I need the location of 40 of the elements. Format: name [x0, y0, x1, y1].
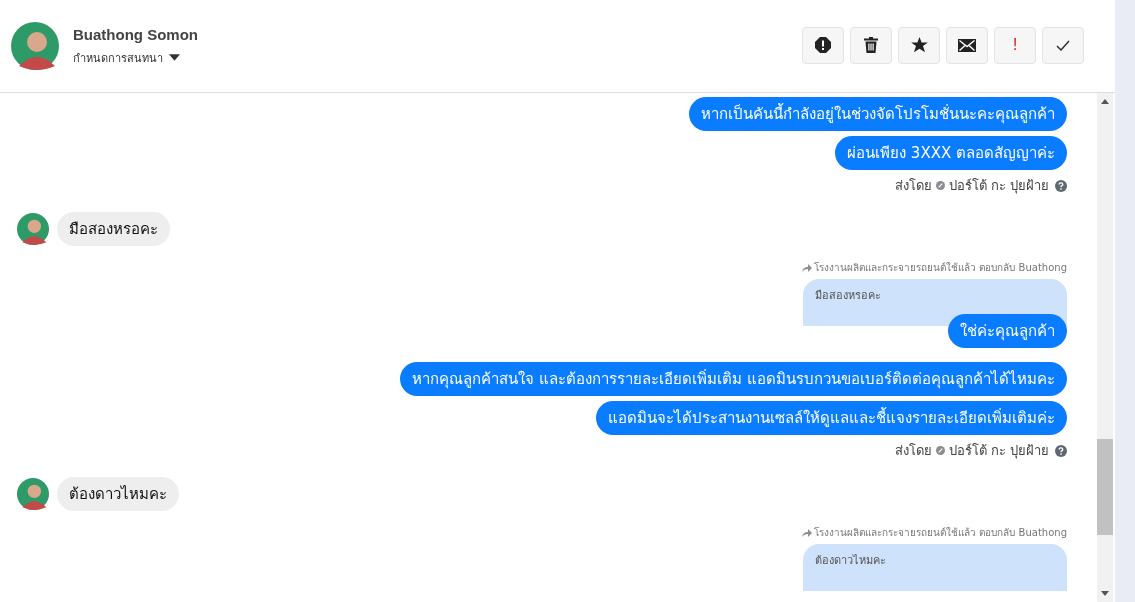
received-message: มือสองหรอคะ: [57, 212, 170, 246]
scroll-thumb[interactable]: [1097, 439, 1113, 535]
reply-icon: [802, 263, 813, 272]
sent-message: หากเป็นคันนี้กำลังอยู่ในช่วงจัดโปรโมชั่นนะคะคุณลูกค้า: [689, 97, 1067, 131]
avatar: [17, 478, 49, 510]
help-icon: [1055, 179, 1067, 192]
caret-icon: [169, 54, 180, 61]
quoted-message: ต้องดาวไหมคะ: [803, 544, 1067, 591]
sent-by-label: ส่งโดย: [894, 177, 932, 195]
sender-name: ปอร์โต้ กะ ปุยฝ้าย: [948, 442, 1049, 461]
sent-message: ใช่ค่ะคุณลูกค้า: [948, 314, 1067, 348]
scrollbar[interactable]: [1097, 93, 1113, 602]
trash-icon: [864, 37, 878, 53]
reply-note: โรงงานผลิตและกระจายรถยนต์ใช้แล้ว ตอบกลับ Buathong: [814, 526, 1067, 540]
sent-message: ผ่อนเพียง 3XXX ตลอดสัญญาค่ะ: [835, 136, 1067, 170]
sent-message: แอดมินจะได้ประสานงานเซลล์ให้ดูแลและชี้แจงรายละเอียดเพิ่มเติมค่ะ: [596, 401, 1067, 435]
alert-icon: [815, 37, 831, 53]
reply-note: โรงงานผลิตและกระจายรถยนต์ใช้แล้ว ตอบกลับ Buathong: [814, 261, 1067, 275]
mail-button[interactable]: [946, 26, 988, 64]
star-icon: [910, 37, 928, 53]
star-button[interactable]: [898, 26, 940, 64]
envelope-icon: [958, 38, 976, 52]
delete-button[interactable]: [850, 26, 892, 64]
avatar: [17, 213, 49, 245]
badge-icon: [935, 181, 945, 190]
contact-name: Buathong Somon: [73, 25, 198, 43]
important-button[interactable]: !: [994, 26, 1036, 64]
scroll-up-icon[interactable]: [1101, 99, 1109, 104]
avatar: [11, 21, 59, 70]
report-button[interactable]: [802, 26, 844, 64]
help-icon: [1055, 444, 1067, 457]
sender-name: ปอร์โต้ กะ ปุยฝ้าย: [948, 177, 1049, 196]
sent-message: หากคุณลูกค้าสนใจ และต้องการรายละเอียดเพิ่มเติม แอดมินรบกวนขอเบอร์ติดต่อคุณลูกค้าได้ไหมคะ: [400, 362, 1067, 396]
scroll-down-icon[interactable]: [1101, 591, 1109, 596]
check-icon: [1056, 39, 1070, 51]
received-message: ต้องดาวไหมคะ: [57, 477, 179, 511]
sent-by-label: ส่งโดย: [894, 442, 932, 460]
badge-icon: [935, 446, 945, 455]
conversation-menu[interactable]: กำหนดการสนทนา: [73, 48, 198, 67]
reply-icon: [802, 528, 813, 537]
